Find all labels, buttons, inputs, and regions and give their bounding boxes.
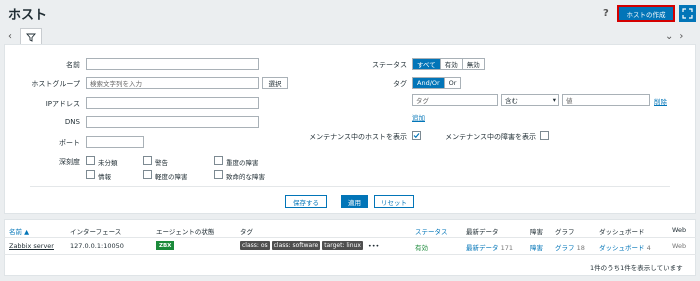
severity-label-information: 情報: [98, 173, 111, 181]
problems-link[interactable]: 障害: [530, 242, 543, 252]
severity-checkbox-not-classified[interactable]: [86, 156, 95, 165]
more-tags-button[interactable]: •••: [368, 242, 380, 250]
help-icon[interactable]: ?: [603, 8, 609, 19]
dns-input[interactable]: [86, 116, 259, 128]
dashboards-link[interactable]: ダッシュボード: [599, 244, 645, 252]
maint-problems-label: メンテナンス中の障害を表示: [445, 133, 536, 141]
col-header-dashboards: ダッシュボード: [599, 228, 645, 236]
host-name-link[interactable]: Zabbix server: [9, 242, 54, 250]
severity-label-not-classified: 未分類: [98, 159, 118, 167]
agent-status-badge[interactable]: ZBX: [156, 241, 175, 250]
chevron-right-icon[interactable]: ›: [679, 31, 689, 42]
dashboards-count: 4: [646, 244, 651, 252]
status-label: ステータス: [372, 61, 407, 69]
tag-operator-value: 含む: [505, 97, 518, 105]
graphs-count: 18: [576, 244, 585, 252]
severity-checkbox-warning[interactable]: [143, 156, 152, 165]
col-header-graphs: グラフ: [555, 228, 575, 236]
col-header-interface: インターフェース: [70, 228, 122, 236]
chevron-down-icon[interactable]: ⌄: [665, 31, 679, 42]
filter-icon: [26, 33, 36, 42]
row-divider: [4, 254, 696, 255]
severity-label: 深刻度: [59, 158, 80, 166]
col-header-status[interactable]: ステータス: [415, 226, 448, 236]
status-toggle: すべて 有効 無効: [412, 58, 485, 70]
save-as-button[interactable]: 保存する: [285, 195, 327, 208]
maint-hosts-checkbox[interactable]: [412, 131, 421, 140]
tag-name-input[interactable]: タグ: [412, 94, 498, 106]
tag-badge[interactable]: class: os: [240, 241, 270, 250]
check-icon: [413, 133, 420, 139]
chevron-left-icon[interactable]: ‹: [8, 31, 12, 42]
col-header-latest: 最新データ: [466, 228, 499, 236]
reset-button[interactable]: リセット: [374, 195, 414, 208]
select-host-group-button[interactable]: 選択: [262, 77, 288, 89]
chevron-controls[interactable]: ⌄›: [665, 31, 689, 42]
tags-label: タグ: [393, 80, 407, 88]
col-header-agent: エージェントの状態: [156, 228, 215, 236]
fullscreen-button[interactable]: [679, 5, 696, 22]
col-header-name[interactable]: 名前 ▲: [9, 226, 29, 236]
header-divider: [4, 237, 696, 238]
port-label: ポート: [59, 139, 80, 147]
latest-data-count: 171: [500, 244, 513, 252]
filter-tab[interactable]: [20, 28, 42, 45]
tag-operator-toggle: And/Or Or: [412, 77, 462, 89]
col-header-problems: 障害: [530, 228, 543, 236]
tag-badge[interactable]: target: linux: [322, 241, 363, 250]
tag-op-or[interactable]: Or: [444, 78, 461, 88]
maint-problems-checkbox[interactable]: [540, 131, 549, 140]
apply-button[interactable]: 適用: [341, 195, 368, 208]
severity-label-disaster: 致命的な障害: [226, 173, 265, 181]
dns-label: DNS: [64, 118, 80, 126]
filter-divider: [30, 186, 670, 187]
severity-checkbox-disaster[interactable]: [214, 170, 223, 179]
maint-hosts-label: メンテナンス中のホストを表示: [309, 133, 407, 141]
severity-label-average: 軽度の障害: [155, 173, 188, 181]
name-label: 名前: [66, 61, 80, 69]
graphs-link[interactable]: グラフ: [555, 244, 575, 252]
create-host-button[interactable]: ホストの作成: [617, 5, 675, 22]
page-title: ホスト: [8, 8, 48, 23]
host-group-input[interactable]: 検索文字列を入力: [86, 77, 259, 89]
status-option-all[interactable]: すべて: [413, 59, 441, 69]
host-status[interactable]: 有効: [415, 242, 428, 252]
status-option-enabled[interactable]: 有効: [440, 59, 463, 69]
tag-operator-select[interactable]: 含む ▾: [501, 94, 559, 106]
table-footer-count: 1件のうち1件を表示しています: [590, 264, 683, 272]
severity-checkbox-average[interactable]: [143, 170, 152, 179]
host-group-label: ホストグループ: [31, 80, 80, 88]
tag-value-input[interactable]: 値: [562, 94, 650, 106]
remove-tag-link[interactable]: 削除: [654, 96, 667, 106]
expand-icon: [682, 8, 693, 19]
dashboards: ダッシュボード 4: [599, 242, 651, 252]
ip-input[interactable]: [86, 97, 259, 109]
severity-label-high: 重度の障害: [226, 159, 259, 167]
port-input[interactable]: [86, 136, 144, 148]
host-interface: 127.0.0.1:10050: [70, 242, 124, 250]
tag-op-and-or[interactable]: And/Or: [413, 78, 445, 88]
severity-label-warning: 警告: [155, 159, 168, 167]
web-link[interactable]: Web: [672, 242, 686, 250]
tag-badge[interactable]: class: software: [271, 241, 321, 250]
severity-checkbox-information[interactable]: [86, 170, 95, 179]
host-tags: class: os class: software target: linux …: [240, 241, 379, 250]
add-tag-link[interactable]: 追加: [412, 112, 425, 122]
latest-data-link[interactable]: 最新データ: [466, 244, 499, 252]
severity-checkbox-high[interactable]: [214, 156, 223, 165]
col-header-tags: タグ: [240, 228, 253, 236]
latest-data: 最新データ 171: [466, 242, 513, 252]
graphs: グラフ 18: [555, 242, 585, 252]
name-input[interactable]: [86, 58, 259, 70]
chevron-down-icon: ▾: [552, 96, 556, 104]
col-header-web: Web: [672, 226, 687, 234]
ip-label: IPアドレス: [45, 100, 80, 108]
status-option-disabled[interactable]: 無効: [462, 59, 484, 69]
